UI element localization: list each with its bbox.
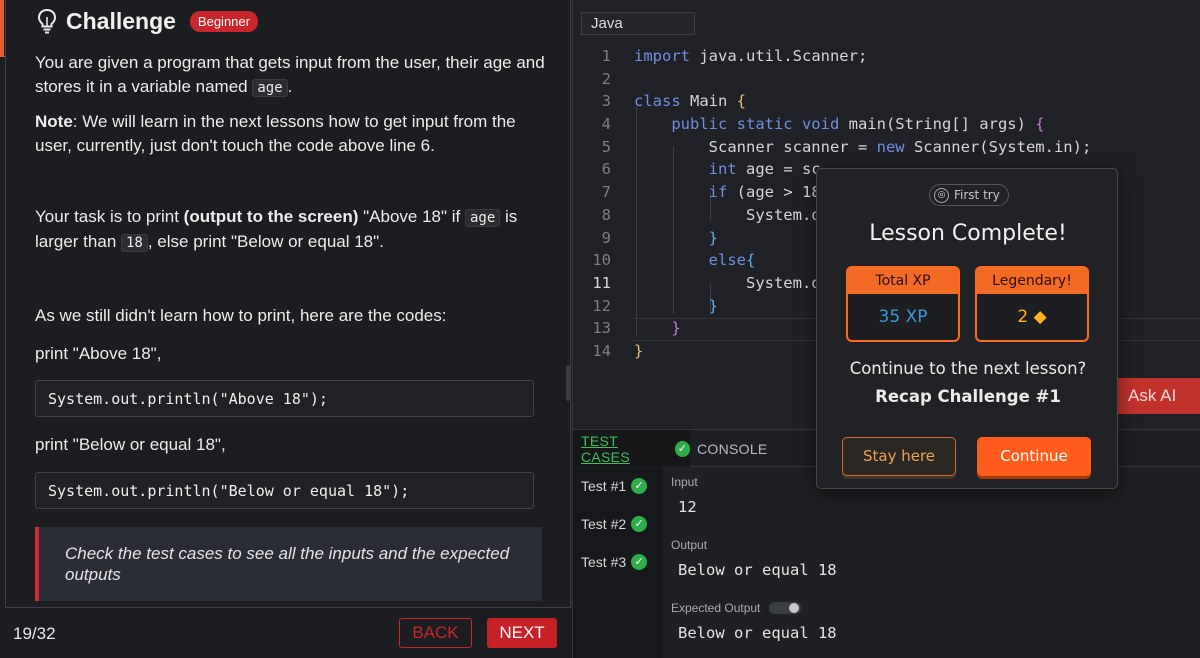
line-number: 10 <box>592 251 611 269</box>
note-paragraph: Note: We will learn in the next lessons … <box>35 110 545 158</box>
expected-output-value: Below or equal 18 <box>678 624 837 642</box>
task-paragraph: Your task is to print (output to the scr… <box>35 205 545 255</box>
back-button[interactable]: BACK <box>399 618 472 648</box>
code-snippet-above: System.out.println("Above 18"); <box>35 380 534 417</box>
challenge-header: Challenge Beginner <box>36 5 258 37</box>
test-case-label: Test #2 <box>581 516 627 532</box>
inline-code-18: 18 <box>121 234 148 252</box>
lightbulb-icon <box>37 8 57 34</box>
line-number: 8 <box>601 206 611 224</box>
stay-here-button[interactable]: Stay here <box>842 437 956 476</box>
lesson-progress: 19/32 <box>13 624 56 643</box>
diamond-icon: ◆ <box>1033 307 1047 327</box>
inline-code-age: age <box>464 209 501 227</box>
line-number: 14 <box>592 342 611 360</box>
tab-console[interactable]: CONSOLE <box>697 441 768 457</box>
first-try-badge: ◎ First try <box>929 184 1009 206</box>
line-number: 6 <box>601 160 611 178</box>
scrollbar[interactable] <box>566 365 570 401</box>
task-text: Your task is to print <box>35 207 184 226</box>
first-try-label: First try <box>954 188 1000 202</box>
input-label: Input <box>671 475 698 489</box>
code-snippet-below: System.out.println("Below or equal 18"); <box>35 472 534 509</box>
target-icon: ◎ <box>934 187 949 203</box>
check-circle-icon: ✓ <box>674 440 690 457</box>
inline-code-age: age <box>252 79 288 97</box>
line-number: 1 <box>601 47 611 65</box>
task-text-end: , else print "Below or equal 18". <box>147 232 384 251</box>
codes-intro: As we still didn't learn how to print, h… <box>35 306 447 325</box>
test-case-label: Test #1 <box>581 478 627 494</box>
expected-output-label: Expected Output <box>671 601 761 615</box>
total-xp-card: Total XP 35 XP <box>846 266 960 342</box>
note-label: Note <box>35 112 73 131</box>
modal-title: Lesson Complete! <box>869 221 1067 246</box>
legendary-label: Legendary! <box>977 268 1087 294</box>
test-case-item[interactable]: Test #2 ✓ <box>581 516 648 532</box>
print-below-label: print "Below or equal 18", <box>35 435 226 454</box>
total-xp-label: Total XP <box>848 268 958 294</box>
line-number: 13 <box>592 319 611 337</box>
line-number: 5 <box>601 138 611 156</box>
input-value: 12 <box>678 498 697 516</box>
code-line: 1 import java.util.Scanner; <box>573 47 1200 70</box>
code-line: 3 class Main { <box>573 92 1200 115</box>
output-value: Below or equal 18 <box>678 561 837 579</box>
line-number: 2 <box>601 70 611 88</box>
total-xp-value: 35 XP <box>878 307 928 327</box>
line-number: 4 <box>601 115 611 133</box>
lesson-complete-modal: ◎ First try Lesson Complete! Total XP 35… <box>816 168 1118 489</box>
line-number: 3 <box>601 92 611 110</box>
line-number-active: 11 <box>592 274 611 292</box>
test-case-label: Test #3 <box>581 554 627 570</box>
note-text: : We will learn in the next lessons how … <box>35 112 516 155</box>
test-case-list: Test #1 ✓ Test #2 ✓ Test #3 ✓ <box>573 468 663 658</box>
legendary-card: Legendary! 2 ◆ <box>975 266 1089 342</box>
task-bold: (output to the screen) <box>183 207 359 226</box>
code-line: 5 Scanner scanner = new Scanner(System.i… <box>573 138 1200 161</box>
task-text-mid: "Above 18" if <box>358 207 465 226</box>
panel-accent <box>0 0 4 56</box>
tab-test-cases-label: TEST CASES <box>581 432 630 465</box>
expected-output-toggle[interactable] <box>769 602 801 614</box>
check-circle-icon: ✓ <box>631 516 648 532</box>
legendary-value: 2 <box>1017 307 1029 327</box>
line-number: 9 <box>601 229 611 247</box>
next-button[interactable]: NEXT <box>487 618 557 648</box>
print-above-label: print "Above 18", <box>35 344 162 363</box>
challenge-title: Challenge <box>66 7 176 34</box>
challenge-panel: Challenge Beginner You are given a progr… <box>0 0 572 658</box>
intro-end: . <box>287 77 293 96</box>
hint-callout: Check the test cases to see all the inpu… <box>35 527 542 601</box>
code-line: 2 <box>573 70 1200 93</box>
line-number: 7 <box>601 183 611 201</box>
continue-button[interactable]: Continue <box>977 437 1091 476</box>
check-circle-icon: ✓ <box>631 478 648 494</box>
line-number: 12 <box>592 297 611 315</box>
next-lesson-title: Recap Challenge #1 <box>875 387 1061 406</box>
ask-ai-button[interactable]: Ask AI <box>1110 378 1200 414</box>
difficulty-badge: Beginner <box>189 10 258 32</box>
check-circle-icon: ✓ <box>631 554 648 570</box>
language-select[interactable]: Java <box>581 12 695 35</box>
lesson-footer: 19/32 BACK NEXT <box>0 608 572 658</box>
code-line: 4 public static void main(String[] args)… <box>573 115 1200 138</box>
continue-question: Continue to the next lesson? <box>849 359 1087 378</box>
test-case-item[interactable]: Test #1 ✓ <box>581 478 648 494</box>
test-case-item[interactable]: Test #3 ✓ <box>581 554 648 570</box>
intro-paragraph: You are given a program that gets input … <box>35 51 545 100</box>
output-label: Output <box>671 538 708 552</box>
tab-test-cases[interactable]: TEST CASES ✓ <box>573 430 690 467</box>
